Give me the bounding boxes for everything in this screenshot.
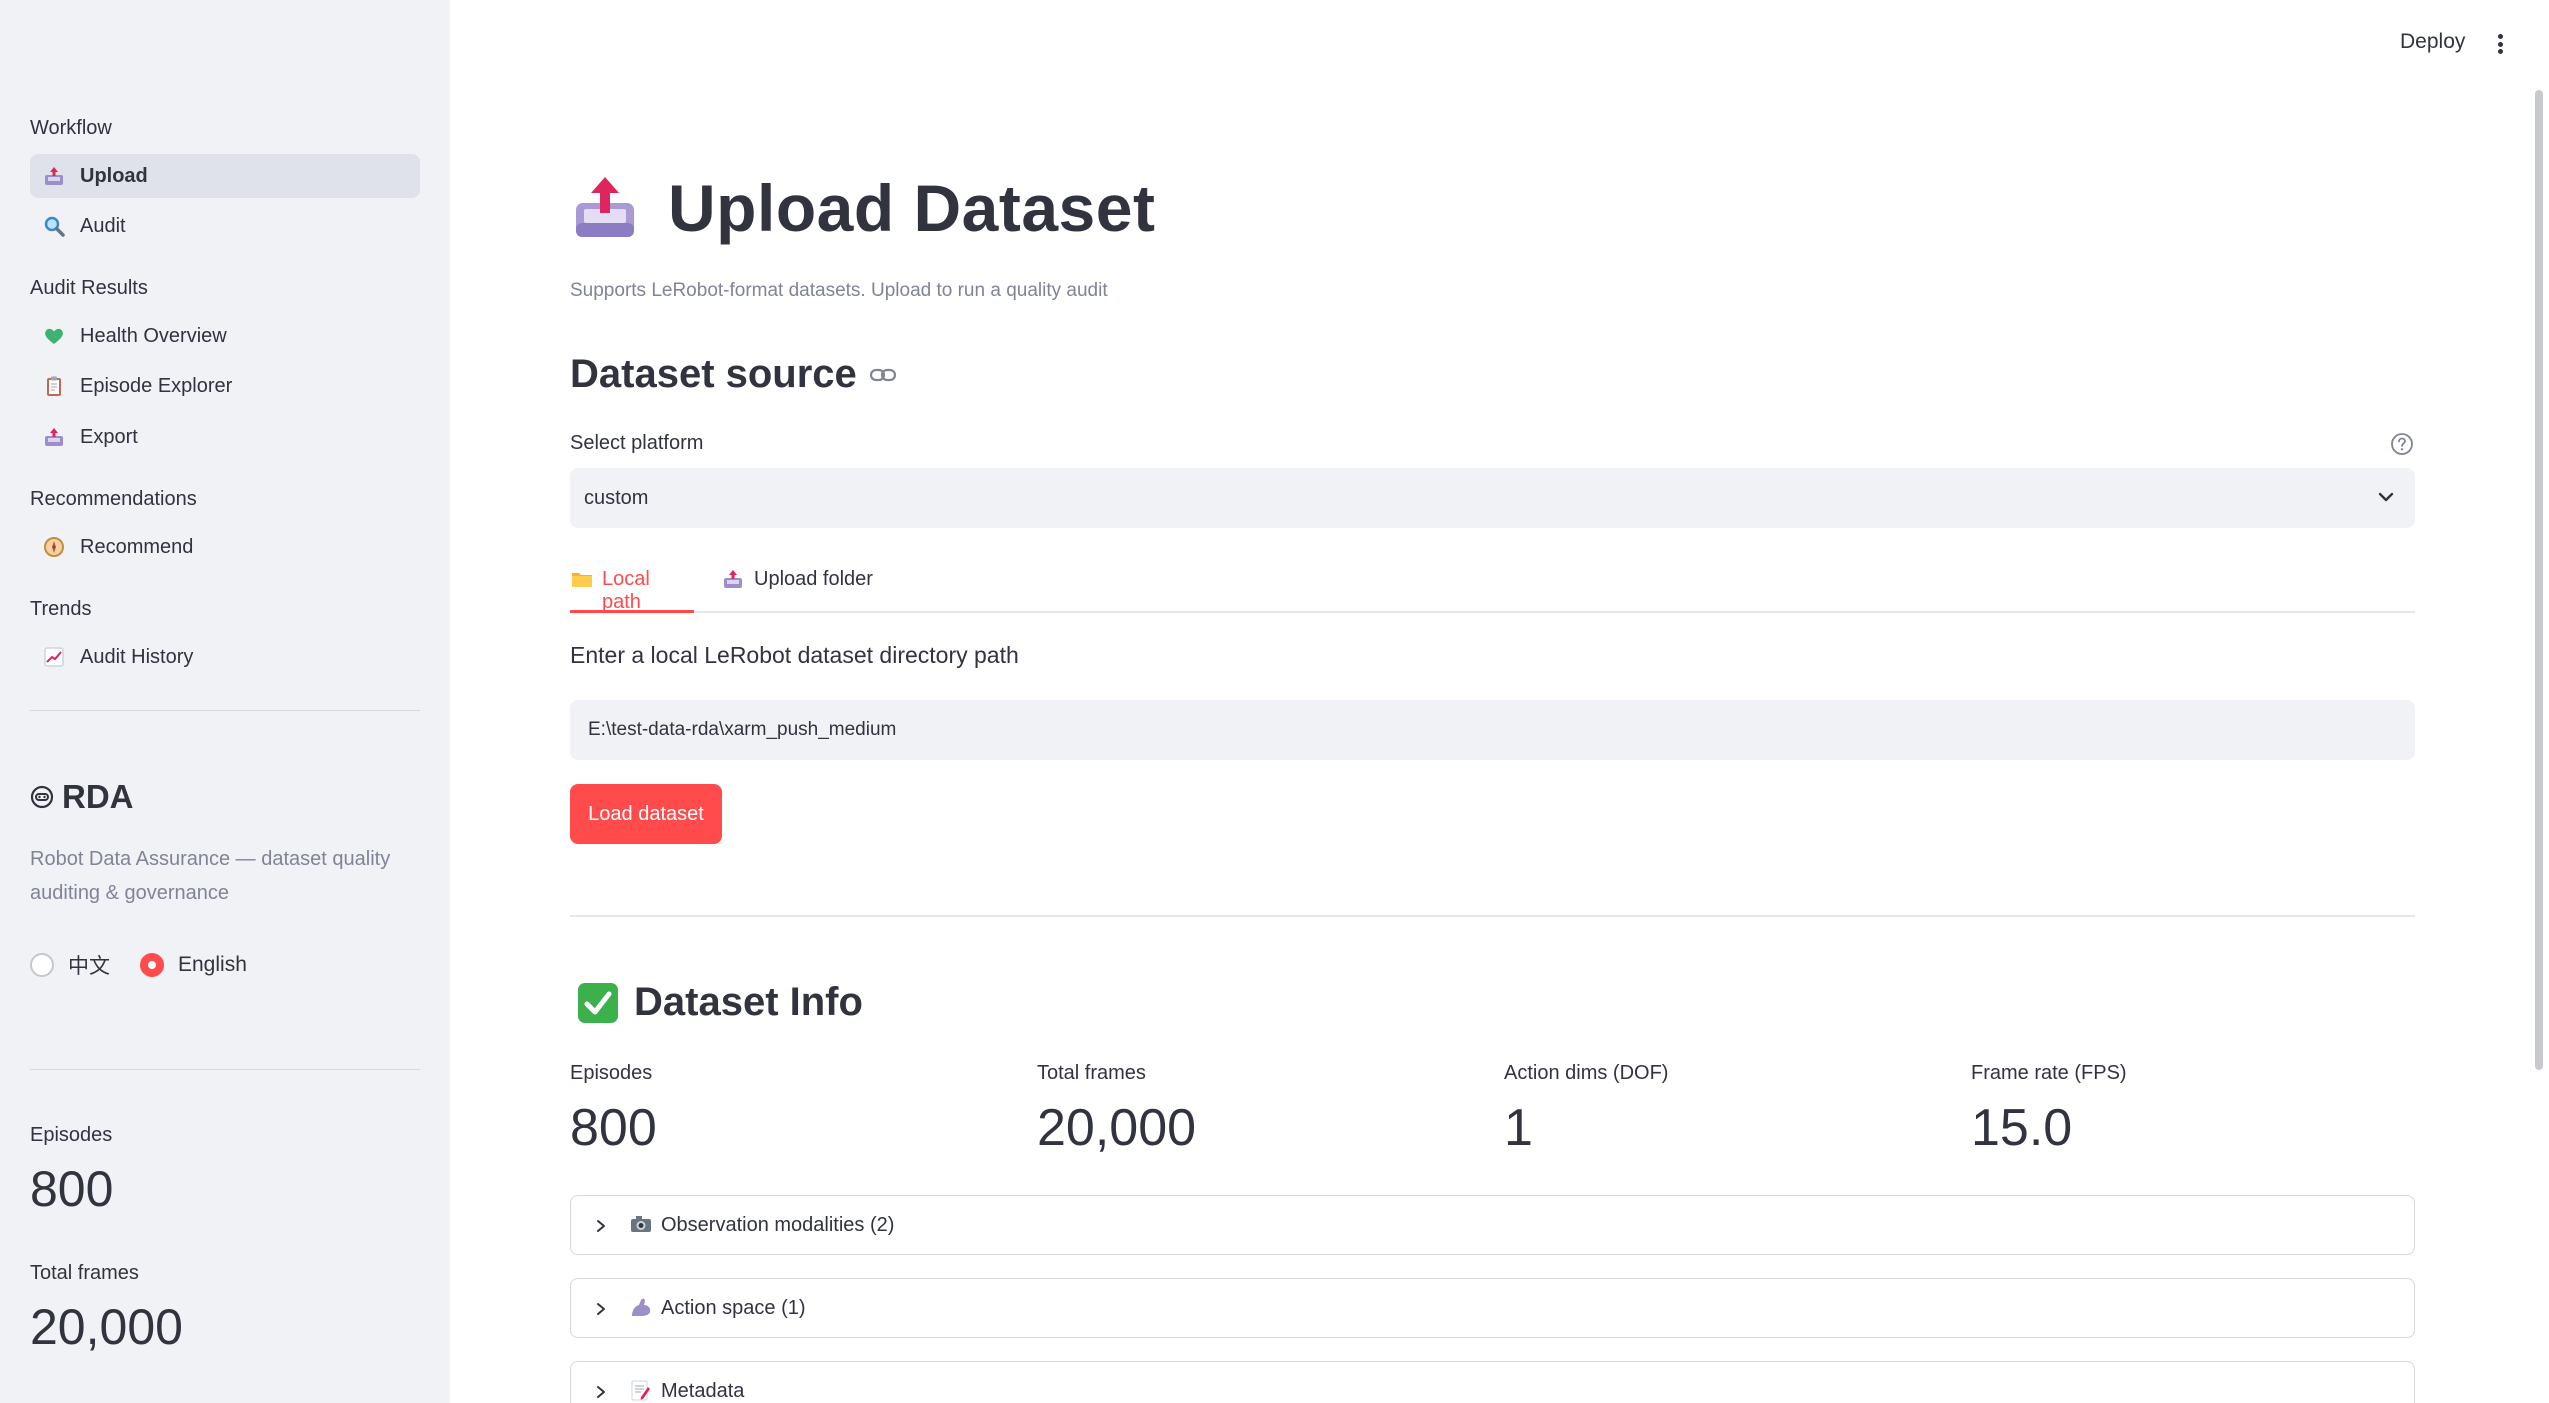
chevron-right-icon [593,1300,609,1316]
magnifier-icon [42,214,66,238]
sidebar-item-label: Health Overview [80,324,227,347]
path-input-label: Enter a local LeRobot dataset directory … [570,642,1019,668]
page-caption: Supports LeRobot-format datasets. Upload… [570,280,1108,301]
platform-select[interactable]: custom [570,468,2415,528]
nav-group-recommendations: Recommendations [30,488,197,510]
source-tabs: Local path Upload folder [570,560,2415,613]
chevron-down-icon [2375,486,2397,514]
sidebar-item-label: Episode Explorer [80,374,233,397]
expander-label: Metadata [661,1379,745,1402]
sidebar-item-health-overview[interactable]: Health Overview [30,314,420,358]
metric-total-frames-value: 20,000 [1037,1099,1197,1157]
flexed-arm-icon [629,1296,653,1320]
dataset-path-input[interactable] [570,700,2415,760]
metric-frame-rate-label: Frame rate (FPS) [1971,1062,2127,1084]
sidebar-metric-label: Total frames [30,1262,139,1284]
sidebar-item-audit-history[interactable]: Audit History [30,635,420,679]
chevron-right-icon [593,1217,609,1233]
section-divider [570,915,2415,917]
brand-title-text: RDA [62,778,134,815]
radio-unchecked-icon [30,953,54,977]
metric-episodes-value: 800 [570,1099,657,1157]
sidebar-metric-label: Episodes [30,1124,113,1146]
sidebar-divider [30,710,420,711]
language-option-english[interactable]: English [140,953,247,977]
expander-label: Action space (1) [661,1296,806,1319]
clipboard-icon [42,374,66,398]
sidebar: Workflow Upload Audit Audit Results Heal… [0,0,450,1403]
sidebar-item-recommend[interactable]: Recommend [30,525,420,569]
tab-local-path[interactable]: Local path [570,568,694,613]
green-heart-icon [42,324,66,348]
sidebar-item-label: Audit [80,214,126,237]
sidebar-item-episode-explorer[interactable]: Episode Explorer [30,364,420,408]
brand-title: RDA [30,778,134,816]
sidebar-divider [30,1069,420,1070]
dataset-info-heading: Dataset Info [570,980,863,1025]
check-mark-icon [576,981,620,1025]
expander-action-space[interactable]: Action space (1) [570,1278,2415,1338]
radio-checked-icon [140,953,164,977]
nav-group-trends: Trends [30,598,92,620]
metric-action-dims-label: Action dims (DOF) [1504,1062,1669,1084]
load-dataset-button[interactable]: Load dataset [570,784,722,844]
inbox-tray-icon [722,568,746,592]
sidebar-item-label: Upload [80,164,148,187]
page-title: Upload Dataset [570,170,1155,246]
platform-select-value: custom [584,486,649,509]
language-option-chinese[interactable]: 中文 [30,950,110,980]
inbox-tray-icon [570,173,640,243]
deploy-button[interactable]: Deploy [2400,30,2465,54]
language-option-label: English [178,953,247,976]
chevron-right-icon [593,1383,609,1399]
sidebar-item-label: Export [80,425,138,448]
folder-icon [570,568,594,592]
expander-observation-modalities[interactable]: Observation modalities (2) [570,1195,2415,1255]
dataset-info-heading-text: Dataset Info [634,980,863,1024]
help-icon[interactable] [2390,432,2414,456]
platform-select-label: Select platform [570,432,704,454]
link-icon[interactable] [869,365,897,385]
sidebar-item-label: Recommend [80,535,194,558]
kebab-menu-icon[interactable] [2490,28,2510,60]
metric-frame-rate-value: 15.0 [1971,1099,2073,1157]
memo-icon [629,1379,653,1403]
dataset-source-heading: Dataset source [570,352,897,397]
sidebar-item-upload[interactable]: Upload [30,154,420,198]
compass-icon [42,535,66,559]
metric-action-dims-value: 1 [1504,1099,1533,1157]
nav-group-workflow: Workflow [30,117,112,139]
nav-group-audit-results: Audit Results [30,277,148,299]
robot-eye-icon [30,785,54,809]
camera-icon [629,1213,653,1237]
language-option-label: 中文 [68,955,110,978]
sidebar-metric-value: 800 [30,1161,114,1217]
page-title-text: Upload Dataset [668,171,1156,245]
sidebar-item-audit[interactable]: Audit [30,204,420,248]
inbox-tray-icon [42,425,66,449]
expander-metadata[interactable]: Metadata [570,1361,2415,1403]
dataset-source-heading-text: Dataset source [570,352,857,396]
inbox-tray-icon [42,164,66,188]
metric-episodes-label: Episodes [570,1062,653,1084]
sidebar-item-label: Audit History [80,645,194,668]
language-radio-group: 中文 English [30,950,277,980]
expander-label: Observation modalities (2) [661,1213,895,1236]
sidebar-item-export[interactable]: Export [30,415,420,459]
chart-increasing-icon [42,645,66,669]
sidebar-metric-value: 20,000 [30,1299,183,1355]
tab-label: Upload folder [754,568,873,590]
tab-upload-folder[interactable]: Upload folder [722,568,873,613]
tab-label: Local path [602,568,650,613]
metric-total-frames-label: Total frames [1037,1062,1146,1084]
scrollbar[interactable] [2535,90,2543,1070]
brand-description: Robot Data Assurance — dataset quality a… [30,848,391,904]
